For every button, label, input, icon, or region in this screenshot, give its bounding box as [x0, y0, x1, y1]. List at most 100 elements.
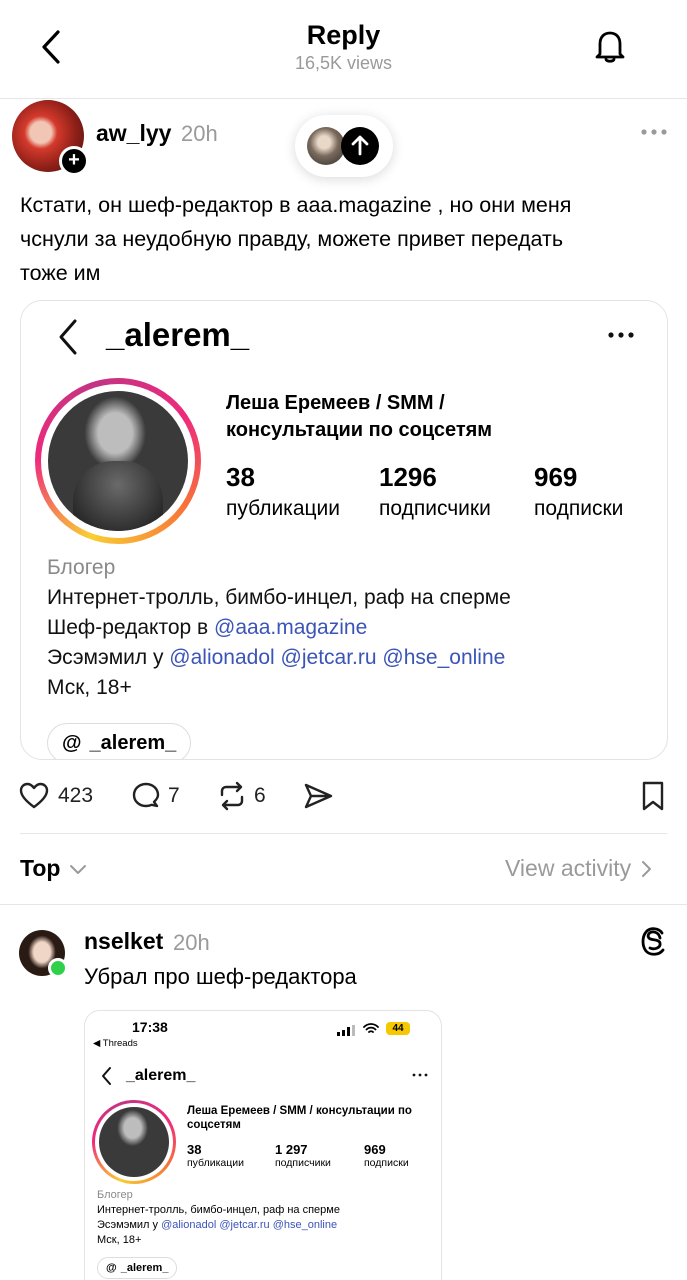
- comment-icon: [132, 782, 160, 808]
- threads-chip-label: _alerem_: [89, 731, 177, 754]
- avatar: [48, 391, 188, 531]
- mention-link: @jetcar.ru: [280, 646, 377, 669]
- mention-link: @jetcar.ru: [219, 1219, 270, 1231]
- threads-chip: @ _alerem_: [47, 723, 192, 759]
- repost-button[interactable]: 6: [216, 780, 266, 812]
- header-divider: [0, 98, 687, 99]
- attached-image[interactable]: _alerem_ Леша Еремеев / SMM / консультац…: [20, 300, 668, 760]
- like-count: 423: [58, 784, 94, 807]
- chevron-left-icon: [59, 319, 77, 355]
- profile-username: _alerem_: [106, 316, 250, 353]
- threads-chip-label: _alerem_: [120, 1262, 169, 1274]
- stat-label: подписчики: [379, 497, 491, 520]
- stat-posts: 38 публикации: [187, 1142, 244, 1169]
- bio-text: Шеф-редактор в: [47, 616, 215, 639]
- post-text-line: Кстати, он шеф-редактор в aaa.magazine ,…: [20, 193, 572, 217]
- more-horizontal-icon: [412, 1073, 428, 1077]
- more-options-button[interactable]: [640, 122, 670, 142]
- threads-logo-button[interactable]: [638, 924, 670, 958]
- avatar: [99, 1107, 169, 1177]
- scroll-to-top-pill[interactable]: [295, 115, 393, 177]
- arrow-up-icon: [351, 135, 369, 156]
- stat-value: 1 297: [275, 1142, 308, 1157]
- reply-text: Убрал про шеф-редактора: [84, 964, 357, 989]
- view-activity-label: View activity: [505, 855, 632, 881]
- bio-line: Эсэмэмил у @alionadol @jetcar.ru @hse_on…: [47, 643, 511, 673]
- mention-link: @hse_online: [272, 1219, 338, 1231]
- post-text: Кстати, он шеф-редактор в aaa.magazine ,…: [20, 188, 680, 290]
- divider: [0, 904, 687, 905]
- chevron-down-icon: [70, 864, 87, 874]
- view-activity-link[interactable]: View activity: [505, 855, 653, 882]
- repost-icon: [220, 781, 244, 811]
- stat-followers: 1296 подписчики: [379, 462, 491, 521]
- post-text-line: тоже им: [20, 261, 101, 285]
- send-icon: [304, 783, 333, 809]
- story-ring: [92, 1100, 176, 1184]
- bio-line: Мск, 18+: [47, 676, 132, 699]
- stat-posts: 38 публикации: [226, 462, 340, 521]
- chevron-right-icon: [642, 860, 652, 877]
- follow-plus-button[interactable]: +: [59, 146, 89, 176]
- profile-display-name: консультации по соцсетям: [226, 419, 493, 441]
- reply-username[interactable]: nselket: [84, 928, 163, 955]
- profile-category: Блогер: [47, 556, 116, 579]
- chevron-left-icon: [102, 1067, 111, 1085]
- profile-bio: Блогер Интернет-тролль, бимбо-инцел, раф…: [97, 1188, 340, 1248]
- profile-category: Блогер: [97, 1189, 133, 1201]
- stat-value: 969: [364, 1142, 386, 1157]
- mention-link: @alionadol: [169, 646, 275, 669]
- attached-image[interactable]: 17:38 ◀ Threads 44 _alerem_ Леша Еремеев…: [84, 1010, 442, 1280]
- stat-label: публикации: [226, 497, 340, 520]
- signal-icon: [337, 1023, 357, 1036]
- sort-label: Top: [20, 855, 61, 881]
- back-to-app: ◀ Threads: [93, 1038, 138, 1049]
- bookmark-icon: [642, 781, 664, 811]
- sort-dropdown[interactable]: Top: [20, 855, 88, 882]
- threads-icon: @: [106, 1262, 117, 1274]
- bio-line: Мск, 18+: [97, 1234, 142, 1246]
- share-button[interactable]: [302, 780, 334, 817]
- stat-value: 38: [226, 462, 255, 492]
- bio-line: Интернет-тролль, бимбо-инцел, раф на спе…: [97, 1204, 340, 1216]
- profile-display-name: соцсетям: [187, 1119, 241, 1131]
- avatar: [307, 127, 345, 165]
- profile-display-name: Леша Еремеев / SMM /: [226, 392, 445, 414]
- like-button[interactable]: 423: [18, 780, 93, 812]
- comment-button[interactable]: 7: [130, 780, 180, 812]
- battery-indicator: 44: [386, 1022, 410, 1035]
- stat-following: 969 подписки: [364, 1142, 409, 1169]
- stat-label: подписчики: [275, 1157, 331, 1169]
- stat-value: 969: [534, 462, 578, 492]
- bio-line: Шеф-редактор в @aaa.magazine: [47, 613, 511, 643]
- reply-time: 20h: [173, 930, 210, 955]
- page-title: Reply: [306, 20, 381, 50]
- bio-text: Эсэмэмил у: [47, 646, 170, 669]
- arrow-up-button[interactable]: [341, 127, 379, 165]
- more-horizontal-icon: [641, 129, 667, 135]
- story-ring: [35, 378, 201, 544]
- wifi-icon: [363, 1022, 379, 1034]
- online-indicator: [48, 958, 68, 978]
- profile-bio: Блогер Интернет-тролль, бимбо-инцел, раф…: [47, 553, 511, 703]
- stat-following: 969 подписки: [534, 462, 623, 521]
- post-time: 20h: [181, 121, 218, 146]
- stat-value: 38: [187, 1142, 202, 1157]
- post-username[interactable]: aw_lyy: [96, 120, 171, 147]
- bio-line: Эсэмэмил у @alionadol @jetcar.ru @hse_on…: [97, 1218, 340, 1233]
- status-time: 17:38: [132, 1019, 168, 1035]
- bio-line: Интернет-тролль, бимбо-инцел, раф на спе…: [47, 586, 511, 609]
- bookmark-button[interactable]: [638, 780, 668, 817]
- divider: [20, 833, 667, 834]
- more-horizontal-icon: [608, 332, 634, 338]
- threads-icon: [641, 927, 665, 956]
- view-count: 16,5K views: [294, 53, 393, 73]
- stat-label: публикации: [187, 1157, 244, 1169]
- notifications-button[interactable]: [590, 26, 630, 66]
- heart-icon: [19, 782, 49, 809]
- post-text-line: чснули за неудобную правду, можете приве…: [20, 227, 564, 251]
- repost-count: 6: [254, 784, 266, 807]
- profile-username: _alerem_: [126, 1067, 196, 1084]
- stat-value: 1296: [379, 462, 437, 492]
- stat-followers: 1 297 подписчики: [275, 1142, 331, 1169]
